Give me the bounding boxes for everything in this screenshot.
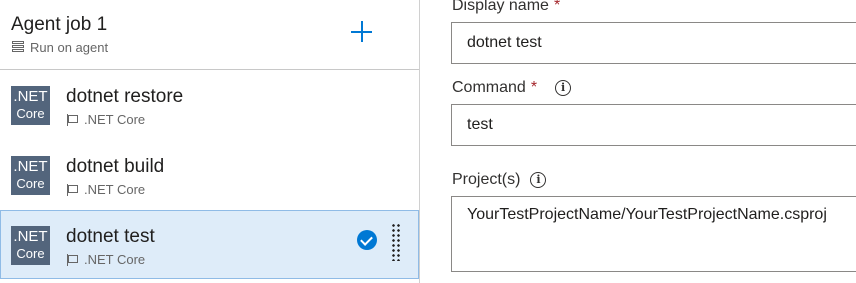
projects-label-text: Project(s) [452,171,521,188]
task-subtitle: .NET Core [66,112,145,127]
agent-job-subtitle: Run on agent [12,40,108,55]
required-mark: * [530,79,538,96]
server-icon [12,41,24,54]
task-name: dotnet test [66,226,155,247]
task-name: dotnet restore [66,86,184,107]
command-input[interactable] [451,104,856,146]
projects-textarea[interactable]: YourTestProjectName/YourTestProjectName.… [451,196,856,272]
flag-icon [66,183,78,196]
display-name-label: Display name * [452,0,560,15]
command-info-icon[interactable]: i [555,80,572,96]
task-item-dotnet-restore[interactable]: .NET Core dotnet restore .NET Core [0,70,419,139]
flag-icon [66,253,78,266]
command-label: Command * i [452,79,572,97]
task-subtitle-text: .NET Core [84,182,146,197]
projects-label: Project(s) i [452,171,547,189]
task-subtitle-text: .NET Core [84,112,146,127]
logo-line-2: Core [16,106,45,121]
agent-job-header[interactable]: Agent job 1 Run on agent [0,0,419,70]
display-name-label-text: Display name [452,0,549,14]
logo-line-2: Core [16,246,45,261]
command-label-text: Command [452,79,526,96]
task-subtitle: .NET Core [66,182,145,197]
task-item-dotnet-test[interactable]: .NET Core dotnet test .NET Core [0,210,419,279]
logo-line-2: Core [16,176,45,191]
logo-line-1: .NET [13,228,48,245]
agent-job-title: Agent job 1 [11,14,108,35]
flag-icon [66,113,78,126]
dotnet-core-logo-icon: .NET Core [11,86,50,125]
required-mark: * [553,0,561,14]
task-subtitle: .NET Core [66,252,145,267]
dotnet-core-logo-icon: .NET Core [11,156,50,195]
task-subtitle-text: .NET Core [84,252,146,267]
drag-handle-icon[interactable] [391,223,401,261]
task-item-dotnet-build[interactable]: .NET Core dotnet build .NET Core [0,140,419,209]
logo-line-1: .NET [13,158,48,175]
logo-line-1: .NET [13,88,48,105]
display-name-input[interactable] [451,22,856,64]
projects-info-icon[interactable]: i [530,172,547,188]
enabled-check-icon[interactable] [357,230,377,250]
agent-job-subtitle-text: Run on agent [30,40,109,55]
add-task-button[interactable] [349,19,375,45]
task-list-pane: Agent job 1 Run on agent .NET Core dotne… [0,0,420,283]
task-name: dotnet build [66,156,165,177]
dotnet-core-logo-icon: .NET Core [11,226,50,265]
